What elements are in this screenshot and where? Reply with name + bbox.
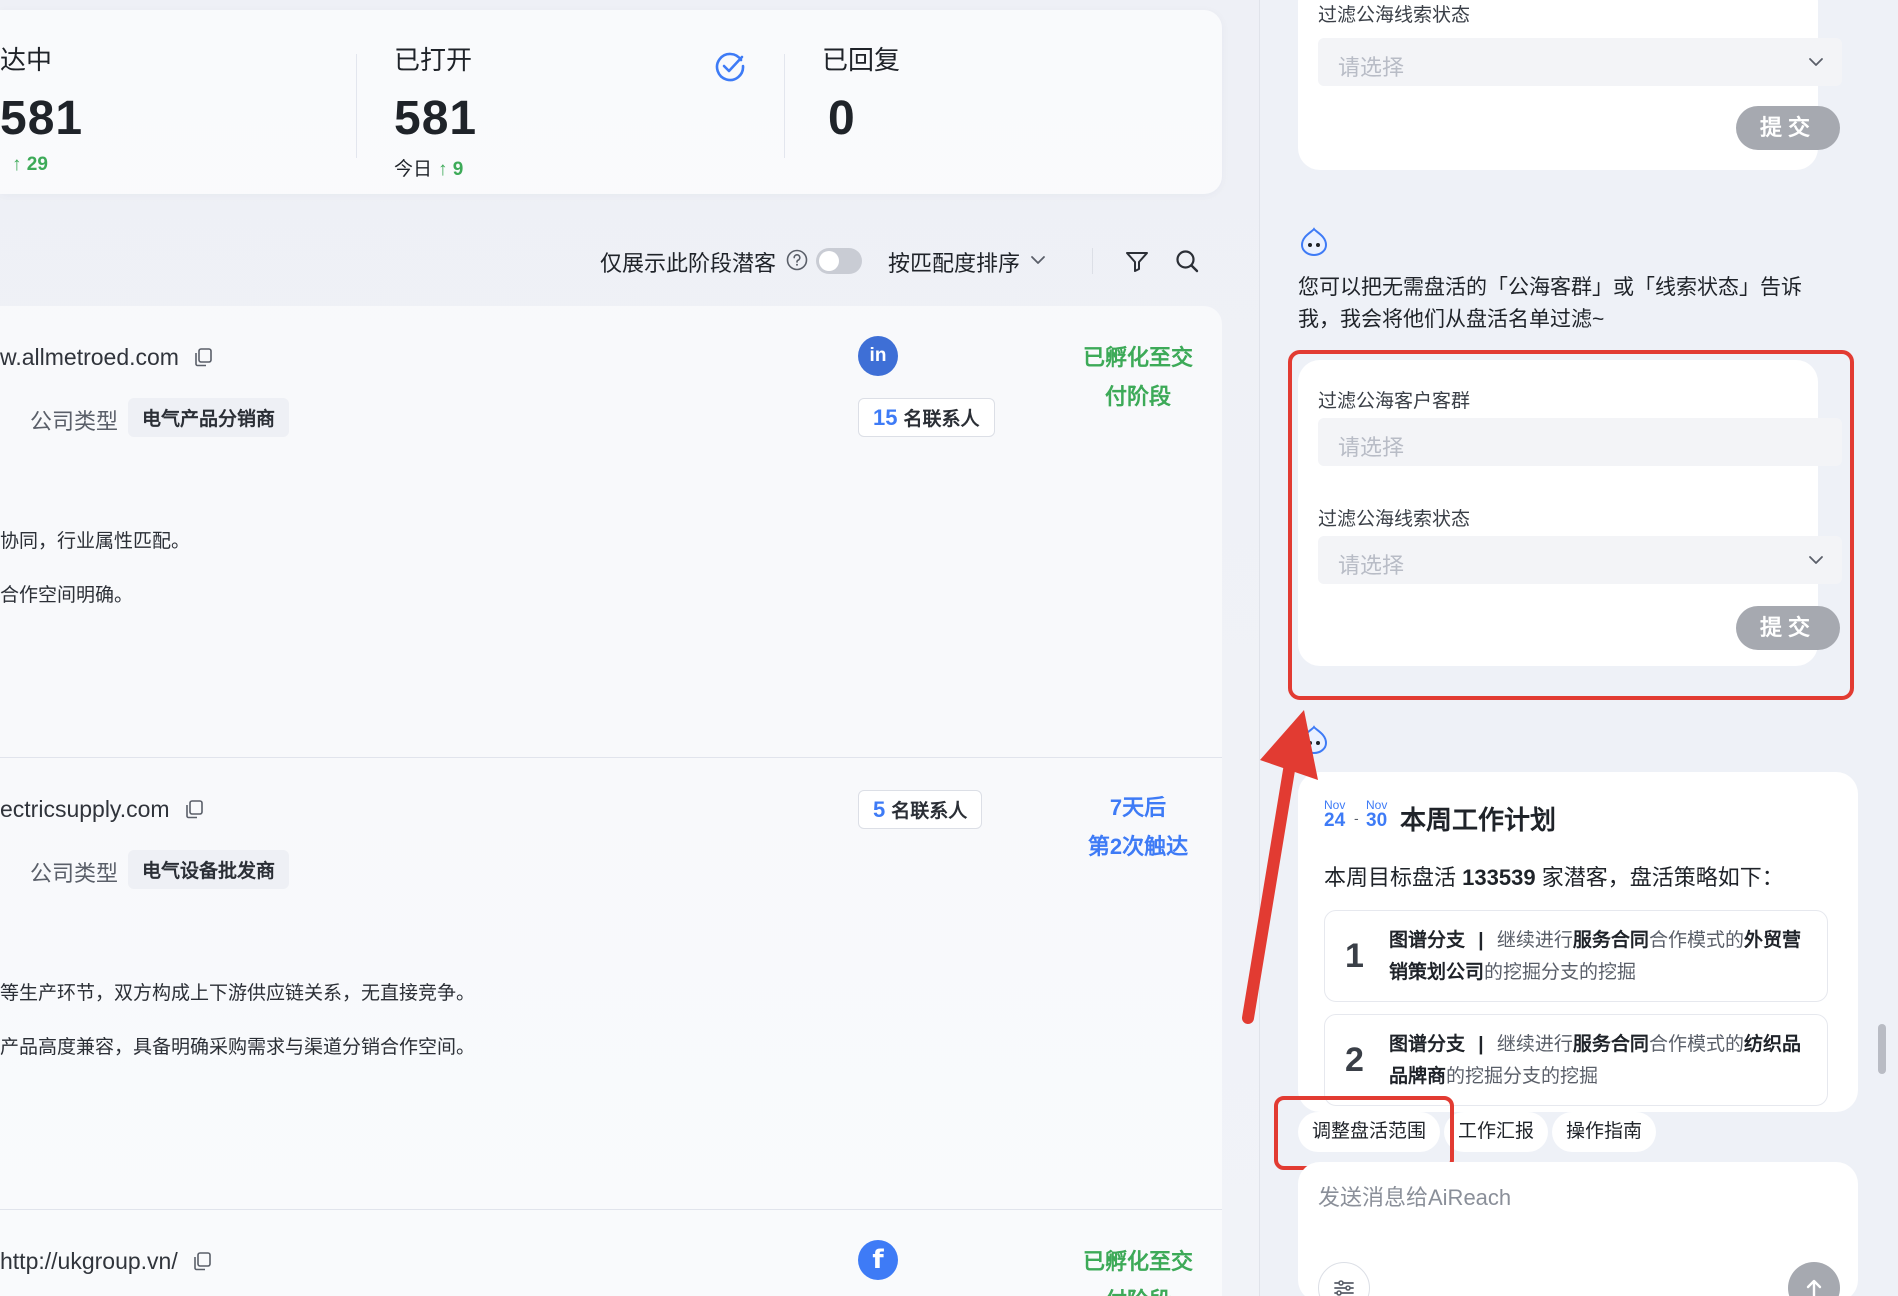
assistant-panel: 过滤公海线索状态 请选择 提交 您可以把无需盘活的「公海客群」或「线索状态」告诉… <box>1260 0 1898 1296</box>
lead-status: 已孵化至交 付阶段 <box>1082 345 1193 409</box>
work-report-chip[interactable]: 工作汇报 <box>1444 1112 1549 1152</box>
previous-filter-card: 过滤公海线索状态 请选择 提交 <box>1298 0 1842 170</box>
lead-domain[interactable]: ectricsupply.com <box>0 796 204 823</box>
match-reason: 协同，行业属性匹配。 <box>0 531 191 552</box>
settings-button[interactable] <box>1318 1262 1370 1296</box>
linkedin-icon[interactable]: in <box>858 336 898 376</box>
chevron-down-icon[interactable] <box>1030 254 1046 266</box>
assistant-message: 您可以把无需盘活的「公海客群」或「线索状态」告诉我，我会将他们从盘活名单过滤~ <box>1298 276 1802 331</box>
toolbar-divider <box>1092 248 1093 274</box>
check-circle-icon <box>715 52 745 82</box>
stat-reached: 达中 581 ↑ 29 <box>0 40 83 176</box>
guide-chip[interactable]: 操作指南 <box>1552 1112 1657 1152</box>
only-stage-toggle[interactable] <box>816 248 862 274</box>
facebook-icon[interactable]: f <box>858 1240 898 1280</box>
lead-domain[interactable]: w.allmetroed.com <box>0 344 213 371</box>
lead-card[interactable]: ectricsupply.com 公司类型 电气设备批发商 等生产环节，双方构成… <box>0 758 1222 1210</box>
lead-card[interactable]: w.allmetroed.com 公司类型 电气产品分销商 协同，行业属性匹配。… <box>0 306 1222 758</box>
contacts-count[interactable]: 5 名联系人 <box>858 790 983 829</box>
filter-status-select[interactable]: 请选择 <box>1318 38 1842 86</box>
stat-opened: 已打开 581 今日 ↑ 9 <box>394 40 477 181</box>
company-type-tag: 电气产品分销商 <box>128 398 290 437</box>
search-icon[interactable] <box>1174 248 1200 274</box>
company-type-tag: 电气设备批发商 <box>128 850 290 889</box>
plan-title: 本周工作计划 <box>1400 805 1557 835</box>
lead-status: 已孵化至交 付阶段 <box>1082 1249 1193 1296</box>
match-reason: 等生产环节，双方构成上下游供应链关系，无直接竞争。 <box>0 983 476 1004</box>
plan-goal: 本周目标盘活 133539 家潜客，盘活策略如下： <box>1324 865 1784 890</box>
stat-reached-label: 达中 <box>0 45 53 75</box>
stat-divider <box>784 54 785 158</box>
arrow-up-icon <box>1806 1279 1822 1296</box>
lead-domain[interactable]: http://ukgroup.vn/ <box>0 1248 212 1275</box>
stats-bar: 达中 581 ↑ 29 已打开 581 今日 ↑ 9 已回复 0 <box>0 10 1222 194</box>
stat-reached-value: 581 <box>0 92 84 145</box>
leads-panel: 达中 581 ↑ 29 已打开 581 今日 ↑ 9 已回复 0 仅展示此阶段潜客… <box>0 0 1260 1296</box>
copy-icon[interactable] <box>192 1251 212 1271</box>
copy-icon[interactable] <box>184 799 204 819</box>
stat-replied-label: 已回复 <box>822 45 901 75</box>
plan-item[interactable]: 2 图谱分支 | 继续进行服务合同合作模式的纺织品品牌商的挖掘分支的挖掘 <box>1324 1014 1828 1106</box>
annotation-arrow <box>1242 710 1318 1024</box>
contacts-count[interactable]: 15 名联系人 <box>858 398 995 437</box>
sort-dropdown[interactable]: 按匹配度排序 <box>888 246 1020 278</box>
list-toolbar: 仅展示此阶段潜客 按匹配度排序 <box>0 244 1222 278</box>
plan-item[interactable]: 1 图谱分支 | 继续进行服务合同合作模式的外贸营销策划公司的挖掘分支的挖掘 <box>1324 910 1828 1002</box>
stat-divider <box>356 54 357 158</box>
lead-status: 7天后 第2次触达 <box>1087 795 1189 859</box>
lead-card[interactable]: http://ukgroup.vn/ f 已孵化至交 付阶段 <box>0 1210 1222 1296</box>
scrollbar-thumb[interactable] <box>1878 1024 1886 1074</box>
chevron-down-icon <box>1809 58 1823 66</box>
company-type-label: 公司类型 <box>30 409 119 434</box>
sliders-icon <box>1334 1280 1354 1296</box>
only-stage-label: 仅展示此阶段潜客 <box>600 251 777 276</box>
weekly-plan-card: Nov 24 - Nov 30 本周工作计划 本周目标盘活 133539 家潜客… <box>1298 772 1858 1112</box>
stat-opened-value: 581 <box>394 92 478 145</box>
assistant-avatar-icon <box>1300 227 1328 256</box>
match-reason: 产品高度兼容，具备明确采购需求与渠道分销合作空间。 <box>0 1037 476 1058</box>
filter-status-label: 过滤公海线索状态 <box>1318 5 1471 26</box>
submit-button[interactable]: 提交 <box>1736 106 1840 150</box>
company-type-label: 公司类型 <box>30 861 119 886</box>
match-reason: 合作空间明确。 <box>0 585 134 606</box>
help-icon[interactable] <box>786 249 808 271</box>
highlight-box <box>1274 1096 1454 1170</box>
filter-icon[interactable] <box>1124 248 1150 274</box>
copy-icon[interactable] <box>193 347 213 367</box>
toggle-knob <box>819 251 839 271</box>
send-button[interactable] <box>1788 1262 1840 1296</box>
stat-replied: 已回复 0 <box>822 40 900 146</box>
stat-reached-delta: ↑ 29 <box>12 154 48 175</box>
stat-opened-delta: 今日 ↑ 9 <box>394 159 464 180</box>
stat-replied-value: 0 <box>828 92 856 145</box>
highlight-box <box>1288 350 1854 700</box>
message-composer[interactable]: 发送消息给AiReach <box>1298 1162 1858 1296</box>
stat-opened-label: 已打开 <box>394 45 473 75</box>
composer-placeholder: 发送消息给AiReach <box>1318 1185 1512 1210</box>
